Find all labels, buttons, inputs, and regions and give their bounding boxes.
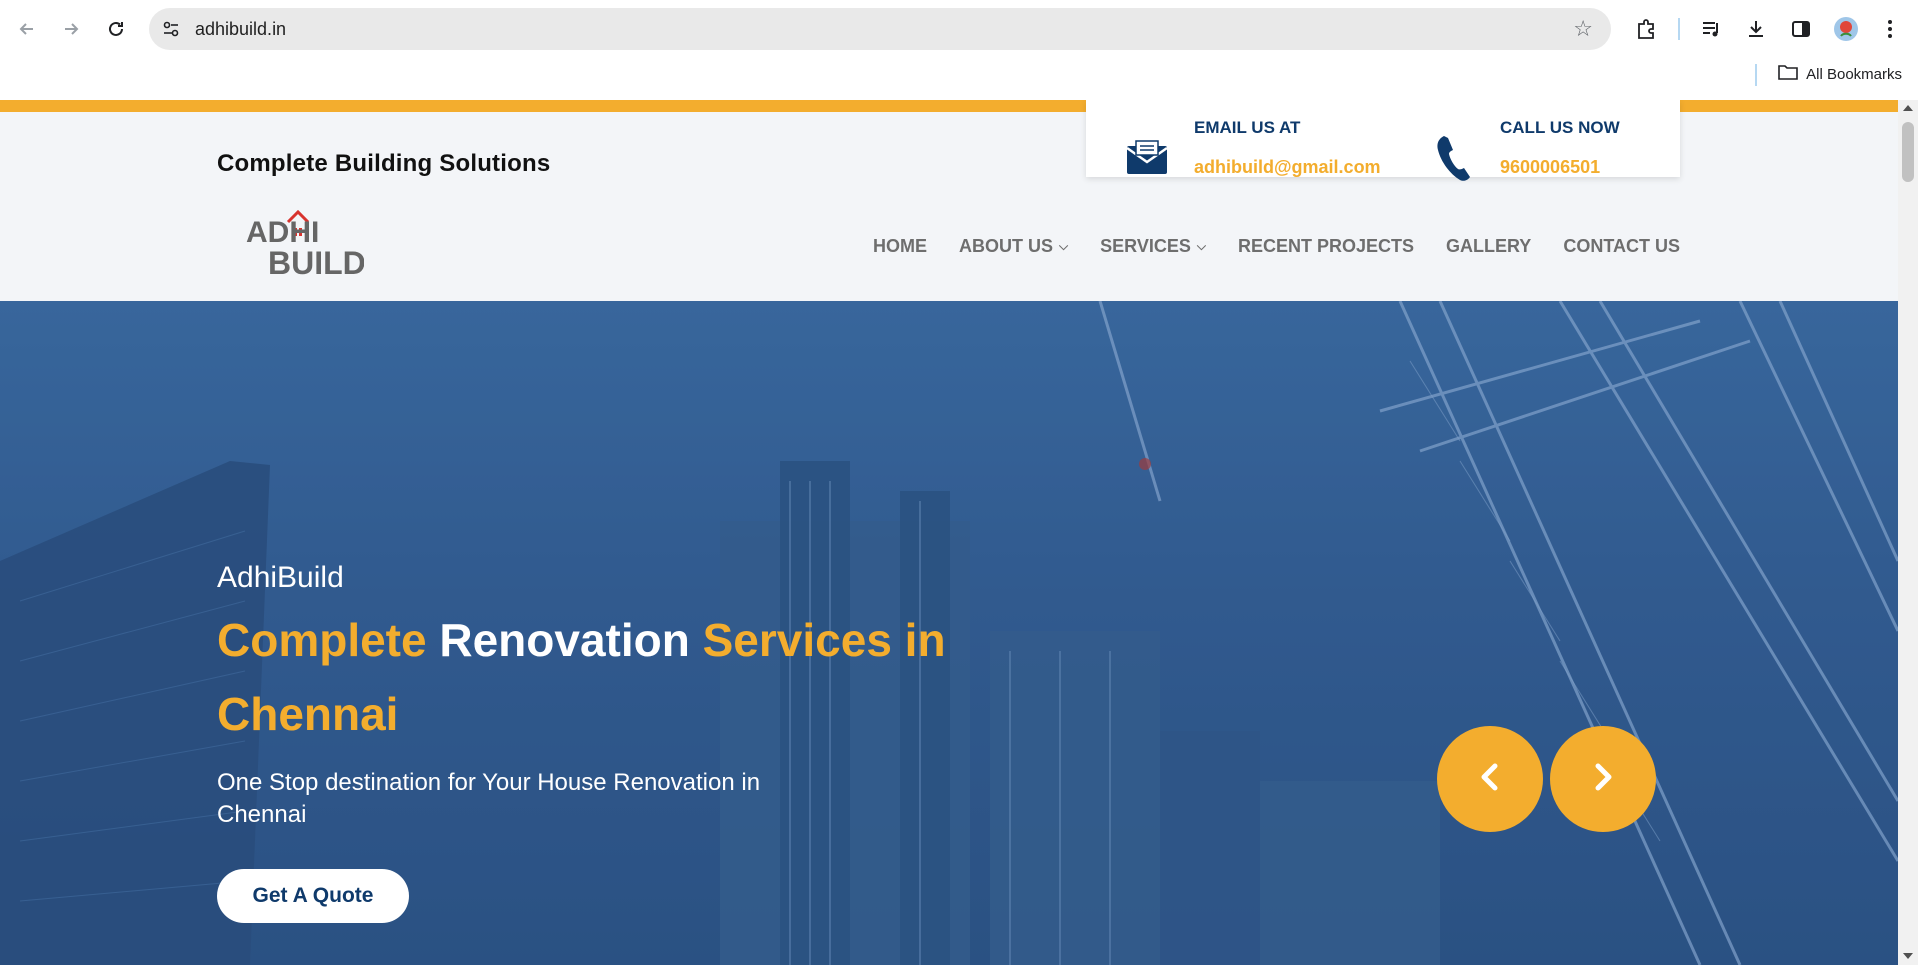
- chevron-left-icon: [1476, 762, 1504, 797]
- all-bookmarks-label: All Bookmarks: [1806, 65, 1902, 83]
- hero-title-part2: Renovation: [439, 614, 690, 666]
- call-value[interactable]: 9600006501: [1500, 157, 1600, 178]
- email-value[interactable]: adhibuild@gmail.com: [1194, 157, 1381, 178]
- menu-item-about-us[interactable]: ABOUT US ⌵: [959, 236, 1068, 257]
- menu-item-gallery[interactable]: GALLERY: [1446, 236, 1531, 257]
- hero-slider: AdhiBuild Complete Renovation Services i…: [0, 301, 1898, 965]
- menu-item-home[interactable]: HOME: [873, 236, 927, 257]
- menu-item-services[interactable]: SERVICES ⌵: [1100, 236, 1206, 257]
- hero-eyebrow: AdhiBuild: [217, 561, 344, 594]
- site-info-icon[interactable]: [159, 17, 183, 41]
- hero-title-part3: Services in: [702, 614, 946, 666]
- menu-kebab-icon[interactable]: [1875, 14, 1905, 44]
- menu-label: ABOUT US: [959, 236, 1054, 256]
- menu-item-recent-projects[interactable]: RECENT PROJECTS: [1238, 236, 1414, 257]
- call-label: CALL US NOW: [1500, 118, 1620, 137]
- bookmarks-divider: [1755, 64, 1757, 86]
- menu-label: CONTACT US: [1563, 236, 1680, 256]
- logo-text-bottom: BUILD: [268, 245, 364, 278]
- toolbar-divider: [1678, 18, 1680, 40]
- menu-label: SERVICES: [1100, 236, 1191, 256]
- hero-title-part4: Chennai: [217, 688, 399, 740]
- chevron-right-icon: [1589, 762, 1617, 797]
- side-panel-icon[interactable]: [1786, 14, 1816, 44]
- profile-avatar-icon[interactable]: [1831, 14, 1861, 44]
- email-label: EMAIL US AT: [1194, 118, 1301, 137]
- media-control-icon[interactable]: [1696, 14, 1726, 44]
- back-icon[interactable]: [12, 14, 42, 44]
- page-scrollbar[interactable]: [1898, 100, 1918, 965]
- reload-icon[interactable]: [101, 14, 131, 44]
- url-text[interactable]: adhibuild.in: [195, 19, 286, 40]
- contact-card: EMAIL US AT adhibuild@gmail.com CALL US …: [1086, 100, 1680, 181]
- site-tagline: Complete Building Solutions: [217, 150, 551, 177]
- web-page: Complete Building Solutions EMAIL US AT …: [0, 100, 1898, 965]
- all-bookmarks-button[interactable]: All Bookmarks: [1778, 64, 1902, 84]
- browser-chrome: adhibuild.in ☆ All Bookmarks: [0, 0, 1918, 100]
- menu-label: GALLERY: [1445, 236, 1532, 256]
- phone-icon: [1436, 134, 1472, 187]
- site-logo[interactable]: ADHI BUILD: [244, 208, 366, 281]
- hero-subtitle: One Stop destination for Your House Reno…: [217, 769, 761, 828]
- chevron-down-icon: ⌵: [1059, 239, 1069, 253]
- slider-next-button[interactable]: [1550, 726, 1656, 832]
- phone-contact[interactable]: CALL US NOW 9600006501: [1386, 100, 1680, 181]
- download-icon[interactable]: [1741, 14, 1771, 44]
- main-menu: HOME ABOUT US ⌵ SERVICES ⌵ RECENT PROJECTS…: [873, 236, 1680, 257]
- scroll-down-icon[interactable]: [1903, 953, 1913, 959]
- get-a-quote-button[interactable]: Get A Quote: [217, 869, 409, 923]
- hero-title-part1: Complete: [217, 614, 427, 666]
- address-bar[interactable]: adhibuild.in ☆: [149, 8, 1611, 50]
- forward-icon[interactable]: [56, 14, 86, 44]
- chevron-down-icon: ⌵: [1196, 239, 1206, 253]
- menu-item-contact-us[interactable]: CONTACT US: [1563, 236, 1680, 257]
- scroll-up-icon[interactable]: [1903, 105, 1913, 111]
- folder-icon: [1778, 64, 1798, 84]
- slider-prev-button[interactable]: [1437, 726, 1543, 832]
- scrollbar-thumb[interactable]: [1902, 122, 1914, 182]
- extensions-icon[interactable]: [1631, 14, 1661, 44]
- envelope-icon: [1126, 140, 1168, 181]
- email-contact[interactable]: EMAIL US AT adhibuild@gmail.com: [1086, 100, 1386, 177]
- bookmark-star-icon[interactable]: ☆: [1573, 16, 1593, 42]
- menu-label: HOME: [873, 236, 928, 256]
- hero-title: Complete Renovation Services in Chennai: [217, 603, 997, 751]
- menu-label: RECENT PROJECTS: [1237, 236, 1414, 256]
